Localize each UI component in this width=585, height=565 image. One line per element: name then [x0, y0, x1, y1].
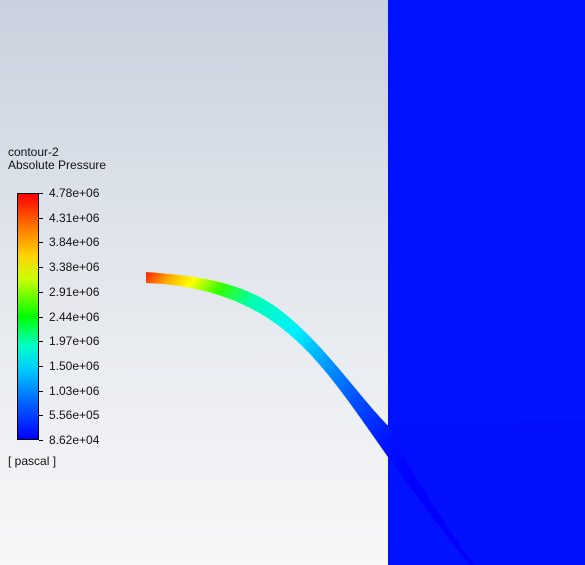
colorbar-tick-mark — [39, 317, 43, 318]
colorbar-tick-label: 2.44e+06 — [49, 310, 100, 324]
colorbar-tick-label: 3.38e+06 — [49, 260, 100, 274]
colorbar-tick-label: 1.97e+06 — [49, 334, 100, 348]
colorbar-tick-label: 8.62e+04 — [49, 433, 100, 447]
graphics-viewport[interactable]: contour-2 Absolute Pressure 4.78e+06 4.31 — [0, 0, 585, 565]
colorbar-tick-mark — [39, 366, 43, 367]
colorbar-tick-label: 2.91e+06 — [49, 285, 100, 299]
colorbar-tick-mark — [39, 341, 43, 342]
colorbar-tick-mark — [39, 292, 43, 293]
colorbar-tick-mark — [39, 242, 43, 243]
colorbar-tick-mark — [39, 415, 43, 416]
colorbar-tick-mark — [39, 391, 43, 392]
colorbar-tick-label: 5.56e+05 — [49, 408, 100, 422]
variable-name: Absolute Pressure — [8, 158, 107, 172]
colorbar-tick-mark — [39, 440, 43, 441]
contour-plot — [146, 0, 585, 565]
colorbar-tick-label: 3.84e+06 — [49, 235, 100, 249]
colorbar-tick-mark — [39, 193, 43, 194]
colorbar-tick-label: 4.31e+06 — [49, 211, 100, 225]
colorbar-tick-label: 4.78e+06 — [49, 186, 100, 200]
units-label: [ pascal ] — [8, 454, 57, 468]
colorbar-tick-label: 1.03e+06 — [49, 384, 100, 398]
colorbar-tick-label: 1.50e+06 — [49, 359, 100, 373]
colorbar-tick-mark — [39, 218, 43, 219]
colorbar-tick-mark — [39, 267, 43, 268]
colorbar — [17, 193, 39, 440]
